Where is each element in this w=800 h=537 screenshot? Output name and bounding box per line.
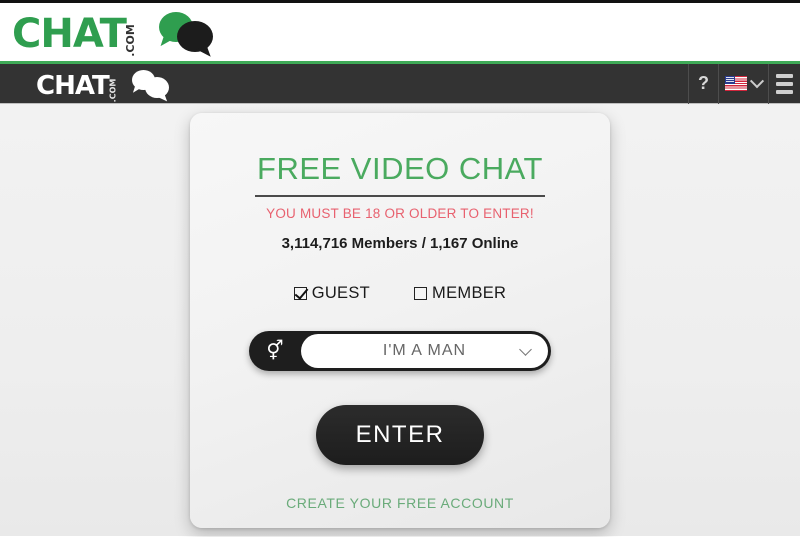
help-button[interactable]: ?	[688, 63, 718, 104]
member-checkbox[interactable]	[414, 287, 428, 300]
question-mark-icon: ?	[698, 73, 709, 93]
page-title: FREE VIDEO CHAT	[257, 151, 543, 186]
chevron-down-icon	[749, 73, 765, 88]
hamburger-menu-button[interactable]	[768, 63, 800, 104]
role-options: GUEST MEMBER	[190, 284, 610, 303]
role-option-member[interactable]: MEMBER	[414, 284, 506, 303]
hamburger-icon-bar	[776, 73, 793, 78]
gender-select[interactable]: ⚥ I'M A MAN	[249, 331, 551, 371]
chevron-down-icon	[519, 343, 532, 356]
page-background: FREE VIDEO CHAT YOU MUST BE 18 OR OLDER …	[0, 104, 800, 536]
speech-bubble-black-icon	[176, 21, 213, 52]
us-flag-icon	[725, 76, 747, 91]
navbar-left: CHAT .COM	[0, 69, 172, 102]
navbar-logo[interactable]: CHAT .COM	[36, 69, 172, 102]
member-label: MEMBER	[432, 284, 507, 302]
gender-symbol-icon: ⚥	[266, 340, 284, 362]
logo-dotcom-text: .COM	[123, 24, 137, 57]
navbar-logo-dotcom-text: .COM	[108, 78, 118, 102]
gender-select-field[interactable]: I'M A MAN	[301, 334, 548, 368]
navbar-right: ?	[688, 63, 800, 104]
login-card: FREE VIDEO CHAT YOU MUST BE 18 OR OLDER …	[190, 113, 610, 528]
site-logo[interactable]: CHAT .COM	[12, 10, 217, 57]
navbar: CHAT .COM ?	[0, 63, 800, 104]
guest-checkbox[interactable]	[293, 287, 307, 300]
hamburger-icon-bar	[776, 81, 793, 86]
age-warning-text: YOU MUST BE 18 OR OLDER TO ENTER!	[266, 206, 534, 221]
member-count-text: 3,114,716 Members / 1,167 Online	[281, 235, 519, 252]
language-selector[interactable]	[718, 63, 768, 104]
speech-bubbles-icon	[153, 12, 217, 54]
gender-select-value: I'M A MAN	[382, 342, 467, 359]
brand-header: CHAT .COM	[0, 3, 800, 61]
role-option-guest[interactable]: GUEST	[293, 284, 371, 303]
title-divider	[255, 195, 545, 197]
navbar-speech-bubbles-icon	[128, 69, 172, 99]
navbar-logo-wordmark: CHAT	[36, 70, 110, 101]
create-account-link[interactable]: CREATE YOUR FREE ACCOUNT	[286, 495, 514, 511]
guest-label: GUEST	[311, 284, 371, 302]
logo-wordmark: CHAT	[12, 11, 127, 57]
enter-button[interactable]: ENTER	[316, 405, 484, 465]
hamburger-icon-bar	[776, 89, 793, 94]
navbar-speech-bubble-front-icon	[145, 76, 170, 98]
